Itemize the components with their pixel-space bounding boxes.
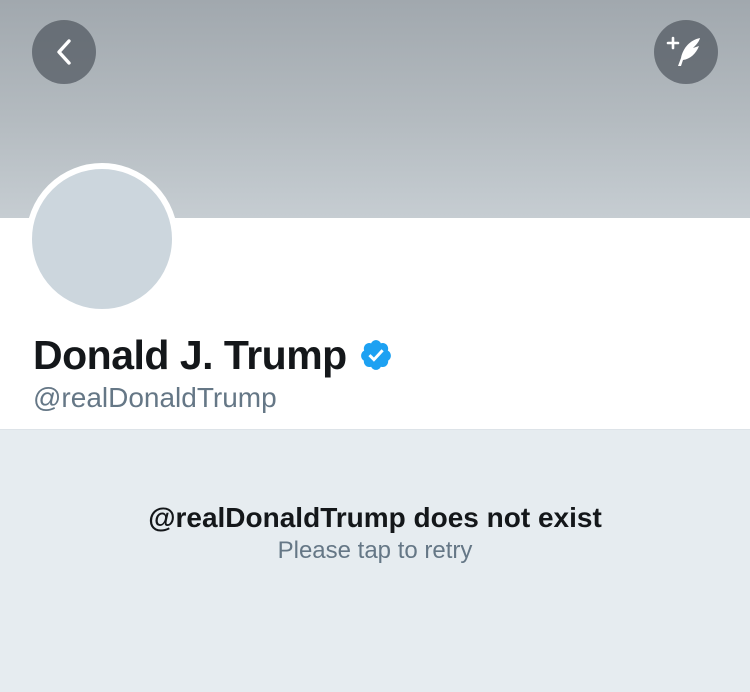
profile-name-row: Donald J. Trump [33,330,393,380]
verified-badge-icon [360,340,391,370]
empty-state-panel[interactable]: @realDonaldTrump does not exist Please t… [0,429,750,692]
compose-tweet-button[interactable] [654,20,718,84]
back-button[interactable] [32,20,96,84]
profile-handle: @realDonaldTrump [33,382,277,413]
retry-link[interactable]: Please tap to retry [0,537,750,565]
compose-tweet-feather-icon [666,36,700,66]
profile-display-name: Donald J. Trump [33,331,347,378]
avatar[interactable] [26,163,178,315]
chevron-left-icon [57,39,71,65]
empty-state-title: @realDonaldTrump does not exist [148,502,602,533]
